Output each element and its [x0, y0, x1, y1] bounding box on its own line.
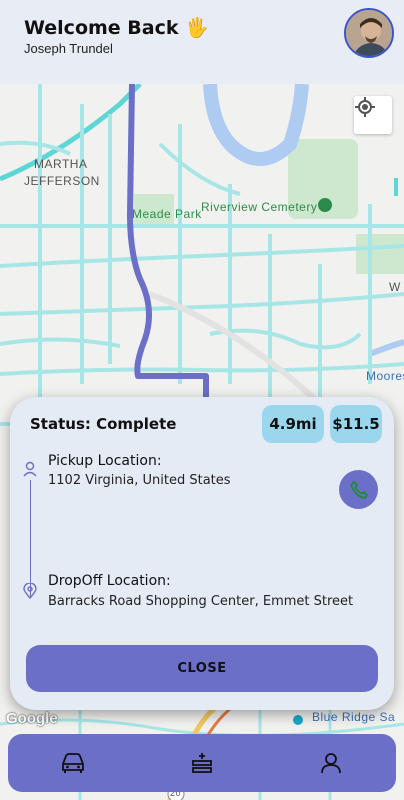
user-icon — [321, 753, 342, 774]
distance-badge: 4.9mi — [262, 405, 324, 443]
dropoff-address: Barracks Road Shopping Center, Emmet Str… — [48, 594, 354, 609]
queue-icon — [192, 753, 212, 773]
call-driver-button[interactable] — [339, 470, 378, 509]
map-label-w: W — [389, 280, 401, 294]
map-label-martha: MARTHA — [34, 157, 88, 171]
pickup-title: Pickup Location: — [48, 453, 162, 469]
nav-queue[interactable] — [177, 738, 227, 788]
map-label-moores: Moores — [366, 369, 404, 383]
map-label-jefferson: JEFFERSON — [24, 174, 100, 188]
ride-details-card: Status: Complete 4.9mi $11.5 Pickup Loca… — [10, 397, 394, 710]
avatar[interactable] — [344, 8, 394, 58]
price-badge: $11.5 — [330, 405, 382, 443]
person-icon — [23, 461, 37, 477]
nav-profile[interactable] — [306, 738, 356, 788]
user-name: Joseph Trundel — [24, 41, 113, 56]
phone-icon — [349, 480, 368, 499]
map-label-riverview: Riverview Cemetery — [201, 200, 318, 214]
close-button[interactable]: CLOSE — [26, 645, 378, 692]
pickup-address: 1102 Virginia, United States — [48, 473, 231, 488]
crosshair-icon — [355, 97, 375, 117]
header: Welcome Back 🖐 Joseph Trundel — [0, 0, 404, 84]
nav-rides[interactable] — [48, 738, 98, 788]
welcome-title: Welcome Back 🖐 — [24, 17, 209, 39]
google-logo: Google — [6, 710, 58, 727]
map-label-blue-ridge: Blue Ridge Sa — [312, 710, 396, 724]
location-pin-icon — [23, 583, 37, 599]
route-connector — [30, 480, 31, 598]
avatar-photo — [346, 10, 392, 56]
ride-status: Status: Complete — [30, 415, 177, 433]
car-icon — [61, 753, 84, 773]
my-location-button[interactable] — [354, 96, 392, 134]
map-label-meade-park: Meade Park — [132, 207, 202, 221]
bottom-navigation — [8, 734, 396, 792]
dropoff-title: DropOff Location: — [48, 573, 171, 589]
